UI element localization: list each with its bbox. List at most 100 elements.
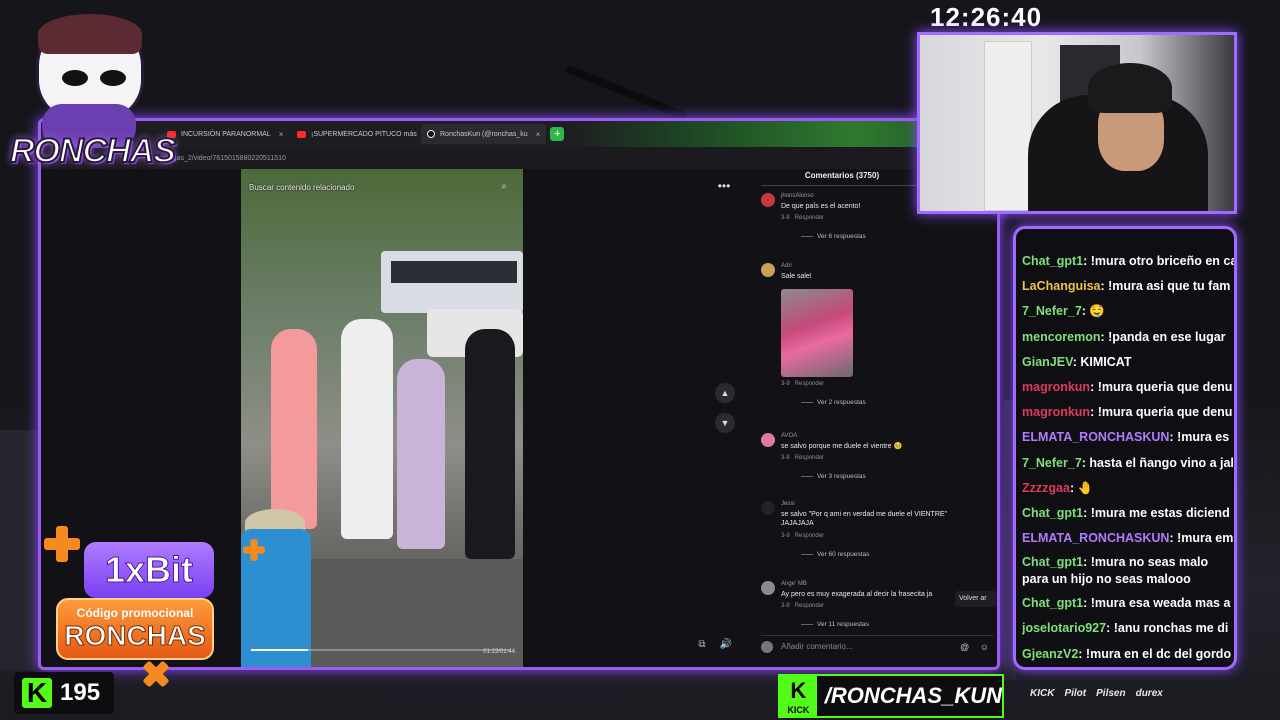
video-time: 01:22/01:44 [483, 649, 515, 655]
sponsor-logo: KICK [1030, 688, 1055, 699]
chat-text: !mura queria que denu [1097, 405, 1233, 420]
chat-username[interactable]: magronkun [1022, 380, 1090, 394]
chat-username[interactable]: joselotario927 [1022, 621, 1106, 635]
chat-text: 🤚 [1077, 480, 1094, 495]
tiktok-icon [427, 130, 435, 138]
chat-username[interactable]: Zzzzgaa [1022, 481, 1070, 495]
tab-label: INCURSIÓN PARANORMAL [181, 130, 271, 138]
tab-incursion-paranormal[interactable]: INCURSIÓN PARANORMAL × [161, 124, 287, 144]
promo-brand: 1xBit [84, 542, 214, 598]
tab-ronchaskun-tiktok[interactable]: RonchasKun (@ronchas_ku × [421, 124, 547, 144]
kick-icon: K [22, 678, 52, 708]
video-bus-window [391, 261, 517, 283]
promo-code: RONCHAS [64, 620, 207, 652]
search-icon[interactable]: ⌕ [501, 181, 507, 192]
chat-username[interactable]: 7_Nefer_7 [1022, 304, 1082, 318]
chat-username[interactable]: ELMATA_RONCHASKUN [1022, 531, 1169, 545]
close-icon[interactable]: × [536, 130, 541, 139]
chat-username[interactable]: GianJEV [1022, 355, 1073, 369]
view-replies-link[interactable]: Ver 6 respuestas [801, 233, 866, 240]
chat-message: magronkun: !mura queria que denu [1022, 375, 1234, 400]
comment-text: se salvo porque me duele el vientre 🥺 [781, 443, 903, 450]
view-replies-link[interactable]: Ver 60 respuestas [801, 551, 869, 558]
address-bar[interactable]: vargas_2/video/7615015880220511510 [41, 147, 997, 169]
reply-link[interactable]: Responder [795, 215, 824, 221]
related-search[interactable]: Buscar contenido relacionado [249, 183, 354, 192]
chat-separator: : [1100, 279, 1109, 294]
tab-label: ¡SUPERMERCADO PITUCO más [311, 130, 417, 138]
video-player[interactable]: Buscar contenido relacionado ⌕ 01:22/01:… [241, 169, 523, 667]
comment-item: Ange' MB Ay pero es muy exagerada al dec… [761, 581, 991, 635]
chat-separator: : [1106, 621, 1114, 636]
chat-username[interactable]: LaChanguisa [1022, 279, 1101, 293]
comment-image[interactable] [781, 289, 853, 377]
channel-name: /RONCHAS_KUN [824, 683, 1002, 708]
chat-username[interactable]: 7_Nefer_7 [1022, 456, 1082, 470]
comment-user[interactable]: jhonsAlonso [781, 193, 814, 199]
stream-chat: Chat_gpt1: !mura otro briceño en ca LaCha… [1013, 226, 1237, 670]
sponsor-promo: 1xBit Código promocional RONCHAS [40, 520, 265, 690]
chat-username[interactable]: Chat_gpt1 [1022, 254, 1083, 268]
chat-username[interactable]: ELMATA_RONCHASKUN [1022, 430, 1169, 444]
avatar[interactable] [761, 581, 775, 595]
avatar[interactable] [761, 193, 775, 207]
back-to-top-button[interactable]: Volver ar [955, 591, 997, 607]
chat-username[interactable]: Chat_gpt1 [1022, 555, 1083, 569]
chat-username[interactable]: GjeanzV2 [1022, 647, 1078, 661]
comments-header[interactable]: Comentarios (3750) [757, 171, 927, 180]
avatar[interactable] [761, 433, 775, 447]
chat-username[interactable]: Chat_gpt1 [1022, 596, 1083, 610]
video-person [397, 359, 445, 549]
reply-link[interactable]: Responder [795, 455, 824, 461]
chat-separator: : [1083, 254, 1091, 268]
reply-link[interactable]: Responder [795, 381, 824, 387]
comment-meta: 3-9 Responder [781, 533, 825, 539]
chat-message: magronkun: !mura queria que denu [1022, 400, 1234, 425]
comment-text: Sale sale! [781, 273, 812, 280]
chat-username[interactable]: mencoremon [1022, 330, 1101, 344]
chat-separator: : [1100, 329, 1109, 344]
logo-mascot-eye [100, 70, 126, 86]
view-replies-link[interactable]: Ver 11 respuestas [801, 621, 869, 628]
view-replies-link[interactable]: Ver 2 respuestas [801, 399, 866, 406]
chat-message: GjeanzV2: !mura en el dc del gordo [1022, 642, 1234, 667]
avatar[interactable] [761, 501, 775, 515]
chat-separator: : [1090, 405, 1098, 420]
comment-item: Adri Sale sale! 3-9 Responder Ver 2 resp… [761, 263, 991, 413]
comment-user[interactable]: AVOA [781, 433, 797, 439]
comment-user[interactable]: Jessi [781, 501, 795, 507]
comment-text: Ay pero es muy exagerada al decir la fra… [781, 591, 933, 598]
more-options-icon[interactable]: ••• [713, 180, 735, 195]
chat-message: ELMATA_RONCHASKUN: !mura es [1022, 425, 1234, 450]
chat-text: !mura em [1177, 531, 1234, 546]
tab-label: RonchasKun (@ronchas_ku [440, 130, 528, 138]
view-replies-link[interactable]: Ver 3 respuestas [801, 473, 866, 480]
logo-mascot-cap [38, 14, 142, 54]
comment-input[interactable]: Añadir comentario... @ ☺ [761, 635, 993, 657]
reply-link[interactable]: Responder [795, 603, 824, 609]
avatar[interactable] [761, 263, 775, 277]
next-video-button[interactable]: ▼ [715, 413, 735, 433]
mention-emoji-icons[interactable]: @ ☺ [960, 642, 993, 652]
chat-username[interactable]: Chat_gpt1 [1022, 506, 1083, 520]
microphone-arm [564, 64, 689, 121]
chat-text: !mura otro briceño en ca [1090, 254, 1234, 268]
channel-logo: RONCHAS [8, 8, 177, 178]
url-text: vargas_2/video/7615015880220511510 [163, 154, 286, 162]
chat-message: 7_Nefer_7: hasta el ñango vino a jal [1022, 451, 1234, 476]
reply-link[interactable]: Responder [795, 533, 824, 539]
chat-username[interactable]: magronkun [1022, 405, 1090, 419]
chat-message: Zzzzgaa: 🤚 [1022, 476, 1234, 501]
previous-video-button[interactable]: ▲ [715, 383, 735, 403]
picture-in-picture-icon[interactable]: ⧉ [695, 639, 709, 653]
new-tab-button[interactable]: + [550, 127, 565, 141]
viewer-count-value: 195 [60, 679, 101, 706]
video-person [465, 329, 515, 559]
close-icon[interactable]: × [279, 130, 284, 139]
comment-user[interactable]: Ange' MB [781, 581, 807, 587]
volume-icon[interactable]: 🔊 [719, 639, 733, 653]
tab-supermercado-pituco[interactable]: ¡SUPERMERCADO PITUCO más × [291, 124, 417, 144]
comment-user[interactable]: Adri [781, 263, 792, 269]
video-progress-bar[interactable] [251, 649, 511, 651]
comments-panel: Comentarios (3750) jhonsAlonso De que pa… [757, 169, 997, 667]
